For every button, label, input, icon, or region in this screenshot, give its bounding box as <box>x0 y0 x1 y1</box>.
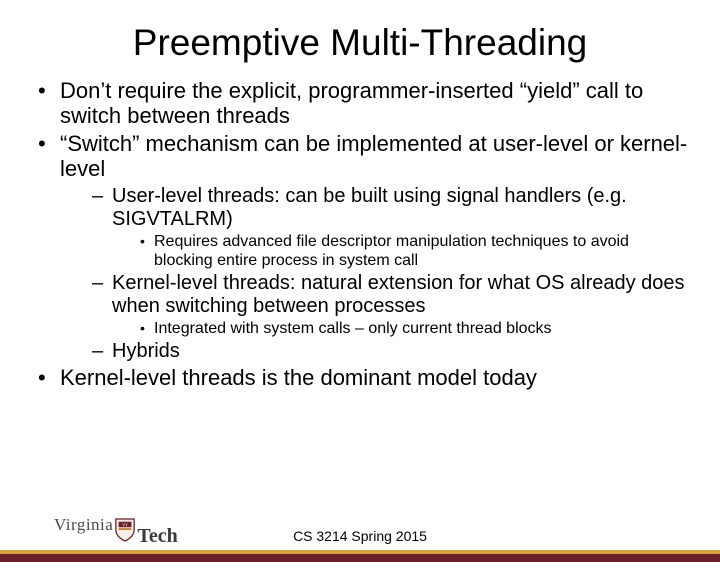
slide-footer: CS 3214 Spring 2015 Virginia VT Tech <box>0 510 720 562</box>
slide-content: Don’t require the explicit, programmer-i… <box>0 78 720 391</box>
subsub-item: Integrated with system calls – only curr… <box>140 320 690 338</box>
logo-word-virginia: Virginia <box>54 515 113 535</box>
sub-list: User-level threads: can be built using s… <box>60 185 690 363</box>
sub-text: User-level threads: can be built using s… <box>112 185 627 230</box>
bullet-item: Kernel-level threads is the dominant mod… <box>38 365 690 390</box>
bullet-list: Don’t require the explicit, programmer-i… <box>38 78 690 391</box>
bullet-item: “Switch” mechanism can be implemented at… <box>38 131 690 364</box>
vt-logo: Virginia VT Tech <box>54 515 184 548</box>
sub-text: Kernel-level threads: natural extension … <box>112 272 685 317</box>
sub-item: Hybrids <box>92 340 690 363</box>
bullet-text: “Switch” mechanism can be implemented at… <box>60 131 687 181</box>
subsub-item: Requires advanced file descriptor manipu… <box>140 233 690 270</box>
slide-title: Preemptive Multi-Threading <box>0 22 720 64</box>
shield-icon: VT <box>114 517 136 543</box>
subsub-list: Integrated with system calls – only curr… <box>112 320 690 338</box>
sub-item: User-level threads: can be built using s… <box>92 185 690 270</box>
sub-item: Kernel-level threads: natural extension … <box>92 272 690 338</box>
slide: Preemptive Multi-Threading Don’t require… <box>0 22 720 562</box>
accent-bar-maroon <box>0 554 720 562</box>
svg-text:VT: VT <box>122 522 128 527</box>
logo-word-tech: Tech <box>137 525 177 548</box>
subsub-list: Requires advanced file descriptor manipu… <box>112 233 690 270</box>
bullet-item: Don’t require the explicit, programmer-i… <box>38 78 690 129</box>
